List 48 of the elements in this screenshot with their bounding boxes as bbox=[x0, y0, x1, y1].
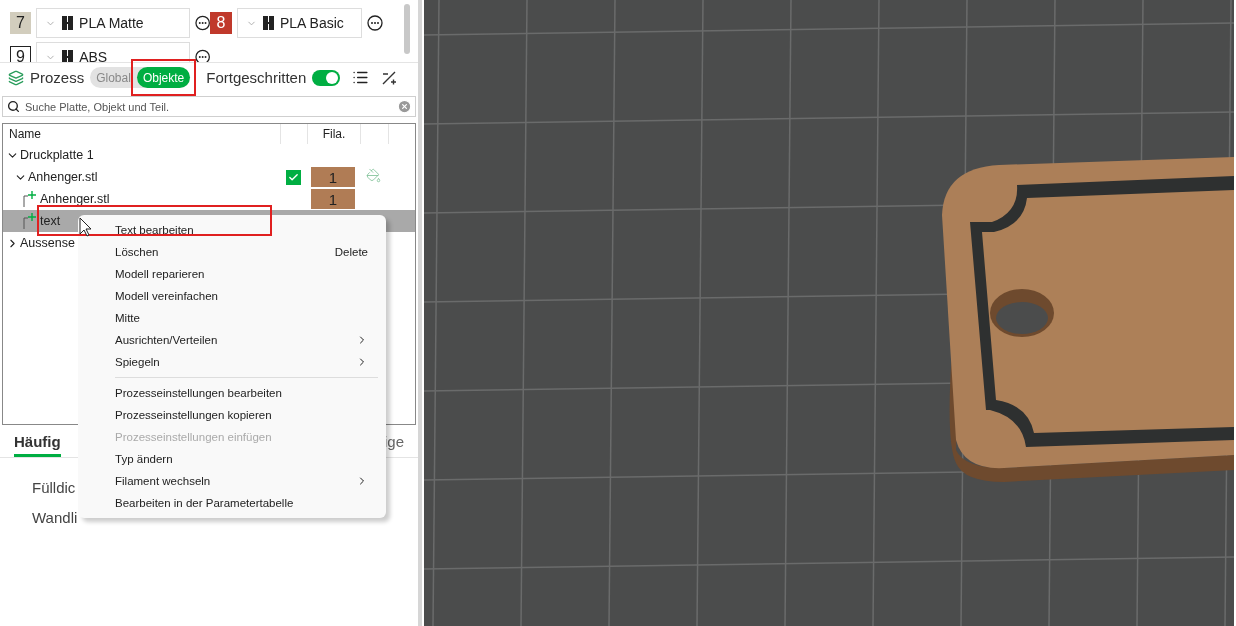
filament-number: 7 bbox=[10, 12, 32, 34]
advanced-label: Fortgeschritten bbox=[206, 69, 307, 86]
filament-icon bbox=[62, 16, 74, 30]
shortcut: Delete bbox=[334, 246, 368, 258]
model-drawing[interactable] bbox=[942, 157, 1234, 482]
search-field[interactable]: Suche Platte, Objekt und Teil. bbox=[2, 96, 416, 117]
compare-icon[interactable] bbox=[381, 69, 398, 86]
tree-item[interactable]: Aussense bbox=[20, 236, 75, 250]
column-header: Name bbox=[3, 124, 281, 144]
column-header: Fila. bbox=[308, 124, 361, 144]
tree-item[interactable]: text bbox=[40, 214, 61, 228]
menu-item[interactable]: Text bearbeiten bbox=[78, 219, 386, 241]
more-icon[interactable] bbox=[194, 49, 210, 62]
advanced-switch[interactable] bbox=[312, 69, 341, 86]
layers-icon bbox=[8, 69, 24, 86]
filament-number: 9 bbox=[10, 46, 32, 62]
menu-item[interactable]: Ausrichten/Verteilen bbox=[78, 329, 386, 351]
filament-number: 8 bbox=[210, 12, 232, 34]
menu-item[interactable]: Typ ändern bbox=[78, 448, 386, 470]
menu-item[interactable]: Löschen Delete bbox=[78, 241, 386, 263]
check-icon bbox=[288, 171, 299, 183]
scrollbar[interactable] bbox=[404, 4, 410, 54]
tree-item[interactable]: Anhenger.stl bbox=[28, 170, 98, 184]
setting-label: Wandli bbox=[32, 509, 78, 526]
filament-icon bbox=[62, 50, 74, 62]
section-title: Prozess bbox=[30, 69, 85, 86]
more-icon[interactable] bbox=[367, 15, 383, 31]
filament-tag[interactable]: 1 bbox=[311, 167, 355, 187]
filament-tag[interactable]: 1 bbox=[311, 189, 355, 209]
menu-item[interactable]: Prozesseinstellungen kopieren bbox=[78, 404, 386, 426]
menu-item[interactable]: Prozesseinstellungen bearbeiten bbox=[78, 382, 386, 404]
menu-item[interactable]: Modell reparieren bbox=[78, 263, 386, 285]
menu-item[interactable]: Spiegeln bbox=[78, 351, 386, 373]
setting-label: Fülldic bbox=[32, 479, 76, 496]
checkbox[interactable] bbox=[286, 169, 301, 185]
tree-item[interactable]: Anhenger.stl bbox=[40, 192, 110, 206]
menu-item[interactable]: Mitte bbox=[78, 307, 386, 329]
filament-dropdown[interactable]: PLA Matte bbox=[36, 8, 190, 38]
search-icon bbox=[7, 100, 20, 113]
more-icon[interactable] bbox=[194, 15, 210, 31]
menu-item[interactable]: Filament wechseln bbox=[78, 470, 386, 492]
menu-item[interactable]: Modell vereinfachen bbox=[78, 285, 386, 307]
menu-item[interactable]: Bearbeiten in der Parametertabelle bbox=[78, 492, 386, 514]
filament-icon bbox=[263, 16, 274, 30]
list-icon[interactable] bbox=[352, 69, 370, 86]
settings-tab[interactable]: Häufig bbox=[14, 433, 61, 457]
tree-item[interactable]: Druckplatte 1 bbox=[20, 148, 94, 162]
filament-dropdown[interactable]: PLA Basic bbox=[237, 8, 362, 38]
